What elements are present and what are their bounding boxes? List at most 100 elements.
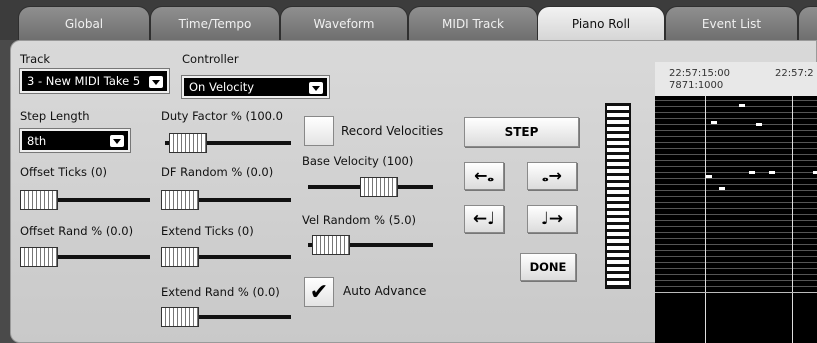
rest-back-button[interactable]: ←𝅝 (464, 162, 504, 190)
base-velocity-label: Base Velocity (100) (302, 154, 414, 168)
tab-waveform[interactable]: Waveform (280, 6, 408, 40)
midi-note[interactable] (749, 171, 755, 174)
piano-key[interactable] (607, 197, 629, 201)
piano-key[interactable] (607, 155, 629, 159)
extend-ticks-label: Extend Ticks (0) (161, 224, 254, 238)
tab-time-tempo[interactable]: Time/Tempo (150, 6, 280, 40)
track-dropdown[interactable]: 3 - New MIDI Take 5 (20, 69, 169, 93)
duty-factor-slider[interactable] (165, 133, 291, 153)
piano-key[interactable] (607, 183, 629, 187)
tab-piano-roll[interactable]: Piano Roll (537, 6, 665, 40)
midi-note[interactable] (706, 175, 712, 178)
tab-more[interactable] (798, 6, 817, 40)
track-value: 3 - New MIDI Take 5 (27, 74, 141, 88)
piano-key[interactable] (607, 176, 629, 180)
controller-label: Controller (182, 52, 239, 66)
extend-rand-slider[interactable] (161, 307, 291, 327)
controller-value: On Velocity (189, 80, 255, 94)
piano-key[interactable] (607, 204, 629, 208)
step-length-value: 8th (27, 133, 47, 148)
extend-rand-label: Extend Rand % (0.0) (161, 285, 280, 299)
record-velocities-label: Record Velocities (341, 124, 444, 138)
piano-key[interactable] (607, 232, 629, 236)
chevron-down-icon (309, 82, 323, 94)
df-random-label: DF Random % (0.0) (161, 165, 274, 179)
slider-thumb[interactable] (161, 307, 199, 327)
slider-thumb[interactable] (161, 190, 199, 210)
ruler-bars: 7871:1000 (669, 80, 724, 91)
midi-note[interactable] (711, 121, 717, 124)
piano-key[interactable] (607, 260, 629, 264)
chevron-down-icon (149, 76, 163, 88)
slider-thumb[interactable] (20, 190, 58, 210)
offset-ticks-label: Offset Ticks (0) (20, 165, 107, 179)
auto-advance-checkbox[interactable]: ✔ (304, 277, 334, 307)
piano-key[interactable] (607, 141, 629, 145)
midi-note[interactable] (769, 171, 775, 174)
record-velocities-checkbox[interactable] (304, 116, 334, 146)
piano-key[interactable] (607, 225, 629, 229)
midi-note[interactable] (756, 123, 762, 126)
midi-note[interactable] (719, 187, 725, 190)
piano-roll-grid[interactable]: 22:57:15:00 22:57:2 7871:1000 (655, 62, 817, 343)
step-button[interactable]: STEP (464, 117, 579, 147)
piano-key[interactable] (607, 134, 629, 138)
tab-global[interactable]: Global (18, 6, 150, 40)
done-button[interactable]: DONE (520, 253, 576, 281)
step-length-label: Step Length (20, 109, 90, 123)
chevron-down-icon (110, 135, 124, 147)
duty-factor-label: Duty Factor % (100.0 (161, 109, 283, 123)
auto-advance-label: Auto Advance (343, 284, 427, 298)
step-length-dropdown[interactable]: 8th (20, 129, 130, 152)
tab-event-list[interactable]: Event List (665, 6, 798, 40)
bar-line (705, 293, 706, 343)
base-velocity-slider[interactable] (308, 177, 433, 197)
extend-ticks-slider[interactable] (161, 247, 291, 267)
piano-key[interactable] (607, 281, 629, 285)
piano-key[interactable] (607, 218, 629, 222)
slider-thumb[interactable] (20, 247, 58, 267)
df-random-slider[interactable] (161, 190, 291, 210)
controller-dropdown[interactable]: On Velocity (182, 76, 329, 98)
piano-key[interactable] (607, 211, 629, 215)
piano-key[interactable] (607, 190, 629, 194)
vel-random-slider[interactable] (308, 235, 433, 255)
offset-rand-slider[interactable] (20, 247, 150, 267)
note-forward-button[interactable]: ♩→ (527, 205, 577, 233)
piano-key[interactable] (607, 169, 629, 173)
rest-forward-button[interactable]: 𝅝→ (527, 162, 577, 190)
time-ruler[interactable]: 22:57:15:00 22:57:2 7871:1000 (655, 62, 817, 96)
slider-thumb[interactable] (360, 177, 398, 197)
piano-key[interactable] (607, 106, 629, 110)
piano-key[interactable] (607, 274, 629, 278)
ruler-time-1: 22:57:15:00 (669, 68, 731, 79)
velocity-lane[interactable] (655, 292, 817, 343)
piano-key[interactable] (607, 162, 629, 166)
bar-line (792, 293, 793, 343)
midi-note[interactable] (739, 104, 745, 107)
piano-key[interactable] (607, 113, 629, 117)
bar-line (792, 96, 793, 292)
bar-line (705, 96, 706, 292)
vel-random-label: Vel Random % (5.0) (302, 213, 417, 227)
midi-note[interactable] (813, 171, 817, 174)
tab-midi-track[interactable]: MIDI Track (408, 6, 538, 40)
piano-key[interactable] (607, 127, 629, 131)
offset-ticks-slider[interactable] (20, 190, 150, 210)
piano-key[interactable] (607, 148, 629, 152)
slider-thumb[interactable] (161, 247, 199, 267)
slider-thumb[interactable] (312, 235, 350, 255)
piano-roll-window: Global Time/Tempo Waveform MIDI Track Pi… (0, 0, 817, 343)
piano-key[interactable] (607, 246, 629, 250)
slider-thumb[interactable] (169, 133, 207, 153)
piano-key[interactable] (607, 120, 629, 124)
track-label: Track (20, 52, 51, 66)
piano-keyboard[interactable] (605, 103, 631, 289)
ruler-time-2: 22:57:2 (775, 68, 814, 79)
piano-key[interactable] (607, 267, 629, 271)
checkmark-icon: ✔ (309, 279, 329, 305)
note-back-button[interactable]: ←♩ (464, 205, 504, 233)
offset-rand-label: Offset Rand % (0.0) (20, 224, 134, 238)
piano-key[interactable] (607, 239, 629, 243)
piano-key[interactable] (607, 253, 629, 257)
